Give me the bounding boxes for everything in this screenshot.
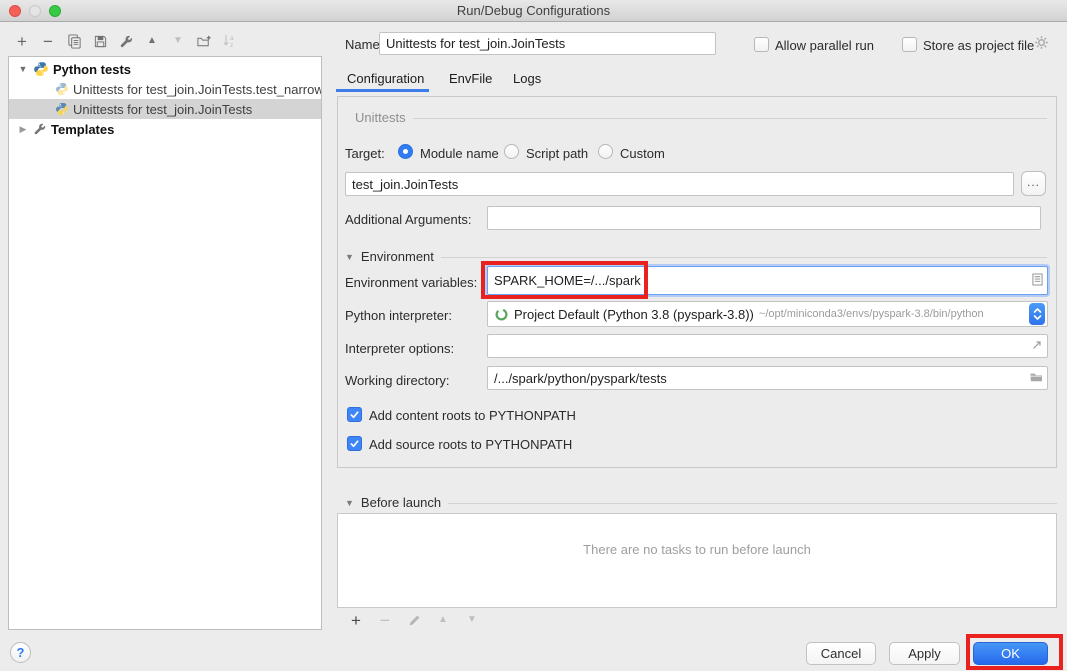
add-content-roots-label: Add content roots to PYTHONPATH [369, 408, 576, 423]
svg-text:a: a [230, 35, 234, 42]
move-up-icon: ▲ [434, 611, 452, 629]
environment-variables-input[interactable] [494, 273, 1032, 288]
python-interpreter-select[interactable]: Project Default (Python 3.8 (pyspark-3.8… [487, 301, 1048, 327]
sort-icon: az [221, 31, 239, 51]
environment-variables-field [487, 266, 1048, 295]
new-folder-icon[interactable] [195, 31, 213, 51]
name-input[interactable] [379, 32, 716, 55]
before-launch-toolbar: + − ▲ ▼ [337, 607, 1057, 632]
tree-item-python-tests[interactable]: ▼ Python tests [9, 59, 321, 79]
divider [441, 257, 1047, 258]
tree-item-label: Python tests [53, 62, 131, 77]
titlebar: Run/Debug Configurations [0, 0, 1067, 22]
tab-logs[interactable]: Logs [513, 71, 541, 86]
move-down-icon: ▼ [169, 31, 187, 51]
python-tests-icon [33, 61, 49, 77]
save-icon[interactable] [91, 31, 109, 51]
folder-browse-icon[interactable] [1029, 371, 1043, 386]
add-icon[interactable]: + [13, 31, 31, 51]
chevron-right-icon[interactable]: ▶ [17, 124, 29, 135]
python-test-icon [55, 82, 69, 96]
additional-arguments-input[interactable] [487, 206, 1041, 230]
expand-icon[interactable] [1031, 339, 1043, 354]
tree-item-label: Unittests for test_join.JoinTests [73, 102, 252, 117]
working-directory-field [487, 366, 1048, 390]
before-launch-empty-text: There are no tasks to run before launch [337, 542, 1057, 557]
edit-variables-icon[interactable] [1032, 273, 1043, 289]
move-up-icon[interactable]: ▲ [143, 31, 161, 51]
python-interpreter-value: Project Default (Python 3.8 (pyspark-3.8… [514, 307, 754, 322]
python-interpreter-path: ~/opt/miniconda3/envs/pyspark-3.8/bin/py… [759, 308, 1024, 320]
add-source-roots-label: Add source roots to PYTHONPATH [369, 437, 572, 452]
move-down-icon: ▼ [463, 611, 481, 629]
before-launch-group-header[interactable]: ▼ Before launch [345, 495, 1057, 510]
chevron-down-icon[interactable]: ▼ [345, 498, 354, 508]
divider [448, 503, 1057, 504]
working-directory-label: Working directory: [345, 373, 450, 388]
allow-parallel-run-checkbox[interactable] [754, 37, 769, 52]
add-source-roots-checkbox[interactable] [347, 436, 362, 451]
store-as-project-file-checkbox[interactable] [902, 37, 917, 52]
traffic-lights [9, 5, 61, 17]
target-label: Target: [345, 146, 385, 161]
apply-button[interactable]: Apply [889, 642, 960, 665]
tree-item-label: Templates [51, 122, 114, 137]
chevron-down-icon[interactable]: ▼ [17, 64, 29, 74]
tab-configuration[interactable]: Configuration [347, 71, 424, 86]
tree-item-templates[interactable]: ▶ Templates [9, 119, 321, 139]
active-tab-indicator [336, 89, 429, 92]
edit-icon [405, 611, 423, 629]
interpreter-options-field [487, 334, 1048, 358]
add-icon[interactable]: + [347, 611, 365, 629]
remove-icon: − [376, 611, 394, 629]
remove-icon[interactable]: − [39, 31, 57, 51]
name-label: Name: [345, 37, 383, 52]
svg-text:z: z [230, 42, 233, 49]
browse-button[interactable]: ... [1021, 171, 1046, 196]
edit-templates-icon[interactable] [117, 31, 135, 51]
radio-script-path-label: Script path [526, 146, 588, 161]
minimize-button [29, 5, 41, 17]
conda-env-icon [494, 307, 509, 322]
radio-module-name-label: Module name [420, 146, 499, 161]
configurations-toolbar: + − ▲ ▼ az [13, 30, 239, 52]
environment-variables-label: Environment variables: [345, 275, 477, 290]
radio-script-path[interactable] [504, 144, 519, 159]
unittests-group-header: Unittests [355, 110, 1047, 125]
radio-custom-label: Custom [620, 146, 665, 161]
python-test-icon [55, 102, 69, 116]
allow-parallel-run-label: Allow parallel run [775, 38, 874, 53]
before-launch-group-label: Before launch [361, 495, 441, 510]
additional-arguments-label: Additional Arguments: [345, 212, 471, 227]
radio-module-name[interactable] [398, 144, 413, 159]
chevron-down-icon[interactable]: ▼ [345, 252, 354, 262]
wrench-icon [33, 122, 47, 136]
help-button[interactable]: ? [10, 642, 31, 663]
tab-envfile[interactable]: EnvFile [449, 71, 492, 86]
unittests-group-label: Unittests [355, 110, 406, 125]
store-as-project-file-label: Store as project file [923, 38, 1034, 53]
environment-group-label: Environment [361, 249, 434, 264]
add-content-roots-checkbox[interactable] [347, 407, 362, 422]
close-button[interactable] [9, 5, 21, 17]
interpreter-options-label: Interpreter options: [345, 341, 454, 356]
python-interpreter-label: Python interpreter: [345, 308, 452, 323]
tree-item-label: Unittests for test_join.JoinTests.test_n… [73, 82, 321, 97]
window-title: Run/Debug Configurations [457, 3, 610, 18]
zoom-button[interactable] [49, 5, 61, 17]
tree-item-unittests-jointests[interactable]: Unittests for test_join.JoinTests [9, 99, 321, 119]
environment-group-header[interactable]: ▼ Environment [345, 249, 1047, 264]
gear-icon[interactable] [1034, 35, 1049, 53]
copy-icon[interactable] [65, 31, 83, 51]
cancel-button[interactable]: Cancel [806, 642, 876, 665]
configurations-tree: ▼ Python tests Unittests for test_join.J… [8, 56, 322, 630]
divider [413, 118, 1047, 119]
target-input[interactable] [345, 172, 1014, 196]
radio-custom[interactable] [598, 144, 613, 159]
working-directory-input[interactable] [494, 371, 1029, 386]
ok-button[interactable]: OK [973, 642, 1048, 665]
dropdown-stepper-icon[interactable] [1029, 303, 1045, 325]
tree-item-unittests-test-narrow[interactable]: Unittests for test_join.JoinTests.test_n… [9, 79, 321, 99]
interpreter-options-input[interactable] [494, 339, 1031, 354]
